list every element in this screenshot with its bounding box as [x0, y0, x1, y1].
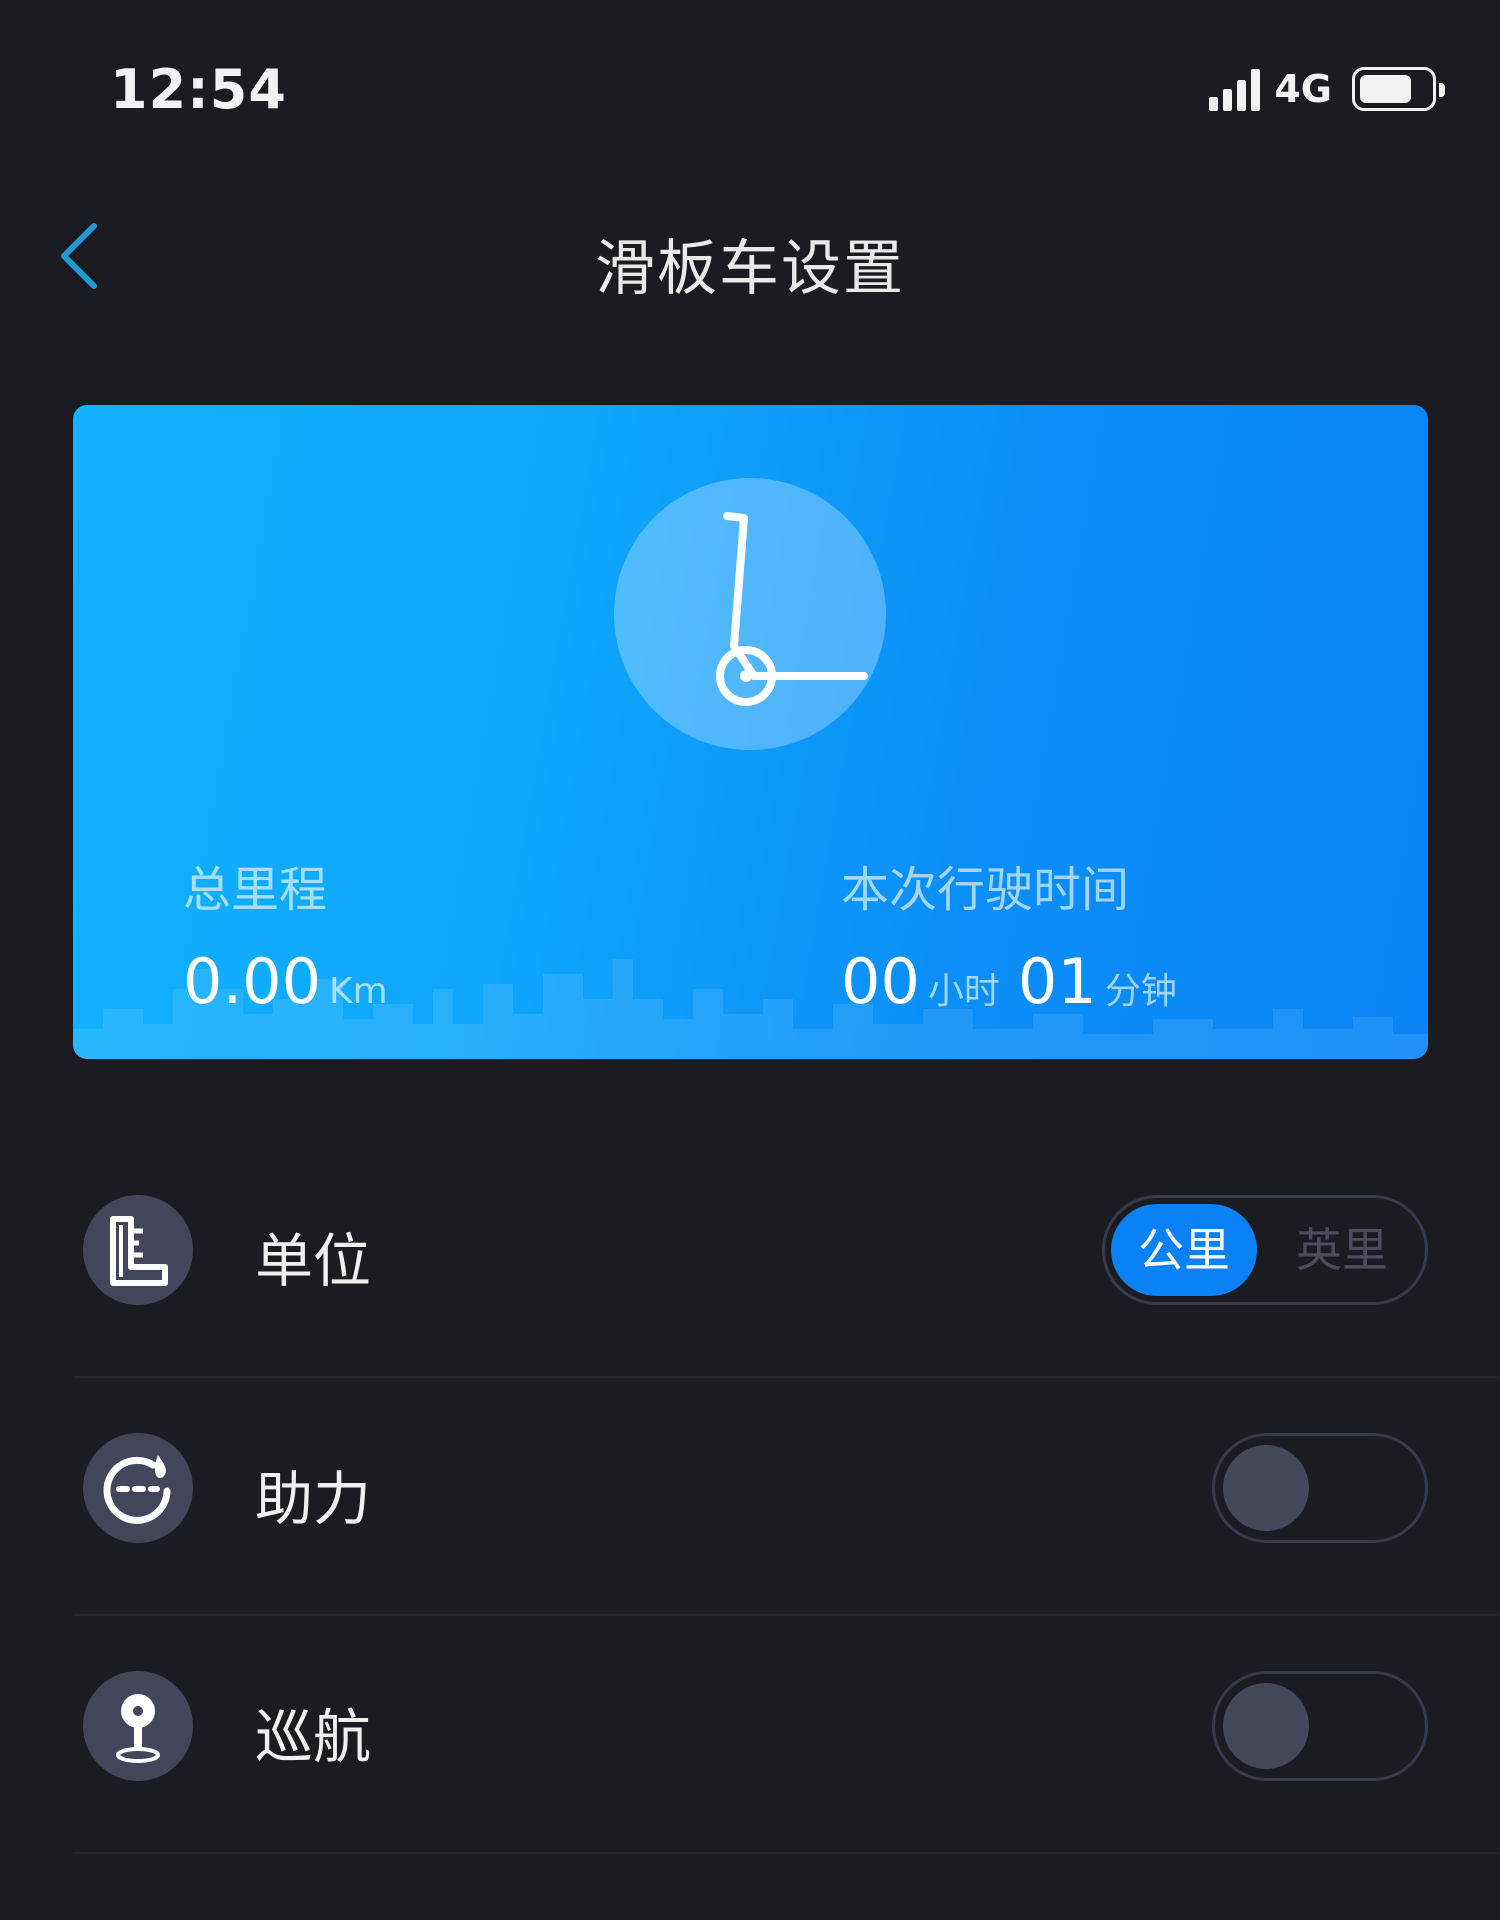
status-bar: 12:54 4G: [0, 0, 1500, 150]
settings-row-unit: 单位 公里 英里: [0, 1140, 1500, 1378]
assist-toggle[interactable]: [1212, 1433, 1428, 1543]
toggle-knob: [1223, 1445, 1309, 1531]
battery-icon: [1352, 67, 1445, 111]
scooter-icon: [716, 512, 868, 706]
unit-segmented-control: 公里 英里: [1102, 1195, 1428, 1305]
cruise-pin-icon: [83, 1671, 193, 1781]
navigation-header: 滑板车设置: [0, 200, 1500, 310]
ride-minutes-value: 01: [1017, 945, 1097, 1018]
total-mileage: 0.00 Km: [183, 945, 406, 1018]
total-mileage-label: 总里程: [183, 862, 328, 918]
cruise-toggle[interactable]: [1212, 1671, 1428, 1781]
ride-hours-value: 00: [841, 945, 920, 1018]
toggle-knob: [1223, 1683, 1309, 1769]
settings-row-assist: 助力: [0, 1378, 1500, 1616]
ride-hours-unit: 小时: [927, 971, 1000, 1012]
total-mileage-value: 0.00: [183, 945, 322, 1018]
unit-option-mile[interactable]: 英里: [1269, 1204, 1415, 1296]
assist-gauge-icon: [83, 1433, 193, 1543]
total-mileage-unit: Km: [329, 971, 388, 1012]
status-indicators: 4G: [1209, 66, 1445, 112]
ride-minutes-unit: 分钟: [1104, 971, 1177, 1012]
row-divider: [73, 1852, 1500, 1854]
battery-level: [1360, 75, 1411, 103]
scooter-avatar: [614, 478, 886, 750]
cruise-label: 巡航: [255, 1703, 372, 1771]
signal-strength-icon: [1209, 67, 1261, 111]
settings-row-cruise: 巡航: [0, 1616, 1500, 1854]
ride-time: 00 小时 01 分钟: [841, 945, 1195, 1018]
ruler-icon: [83, 1195, 193, 1305]
page-title: 滑板车设置: [595, 234, 905, 304]
network-type: 4G: [1274, 67, 1332, 111]
settings-list: 单位 公里 英里 助力 巡航: [0, 1140, 1500, 1854]
status-time: 12:54: [110, 58, 287, 121]
assist-label: 助力: [255, 1465, 372, 1533]
unit-option-km[interactable]: 公里: [1111, 1204, 1257, 1296]
ride-time-label: 本次行驶时间: [841, 862, 1130, 918]
scooter-settings-screen: 12:54 4G 滑板车设置 总里程 0.00 Km 本次行驶时间 00 小时 …: [0, 0, 1500, 1920]
scooter-stats-card: 总里程 0.00 Km 本次行驶时间 00 小时 01 分钟: [73, 405, 1428, 1059]
unit-label: 单位: [255, 1227, 372, 1295]
